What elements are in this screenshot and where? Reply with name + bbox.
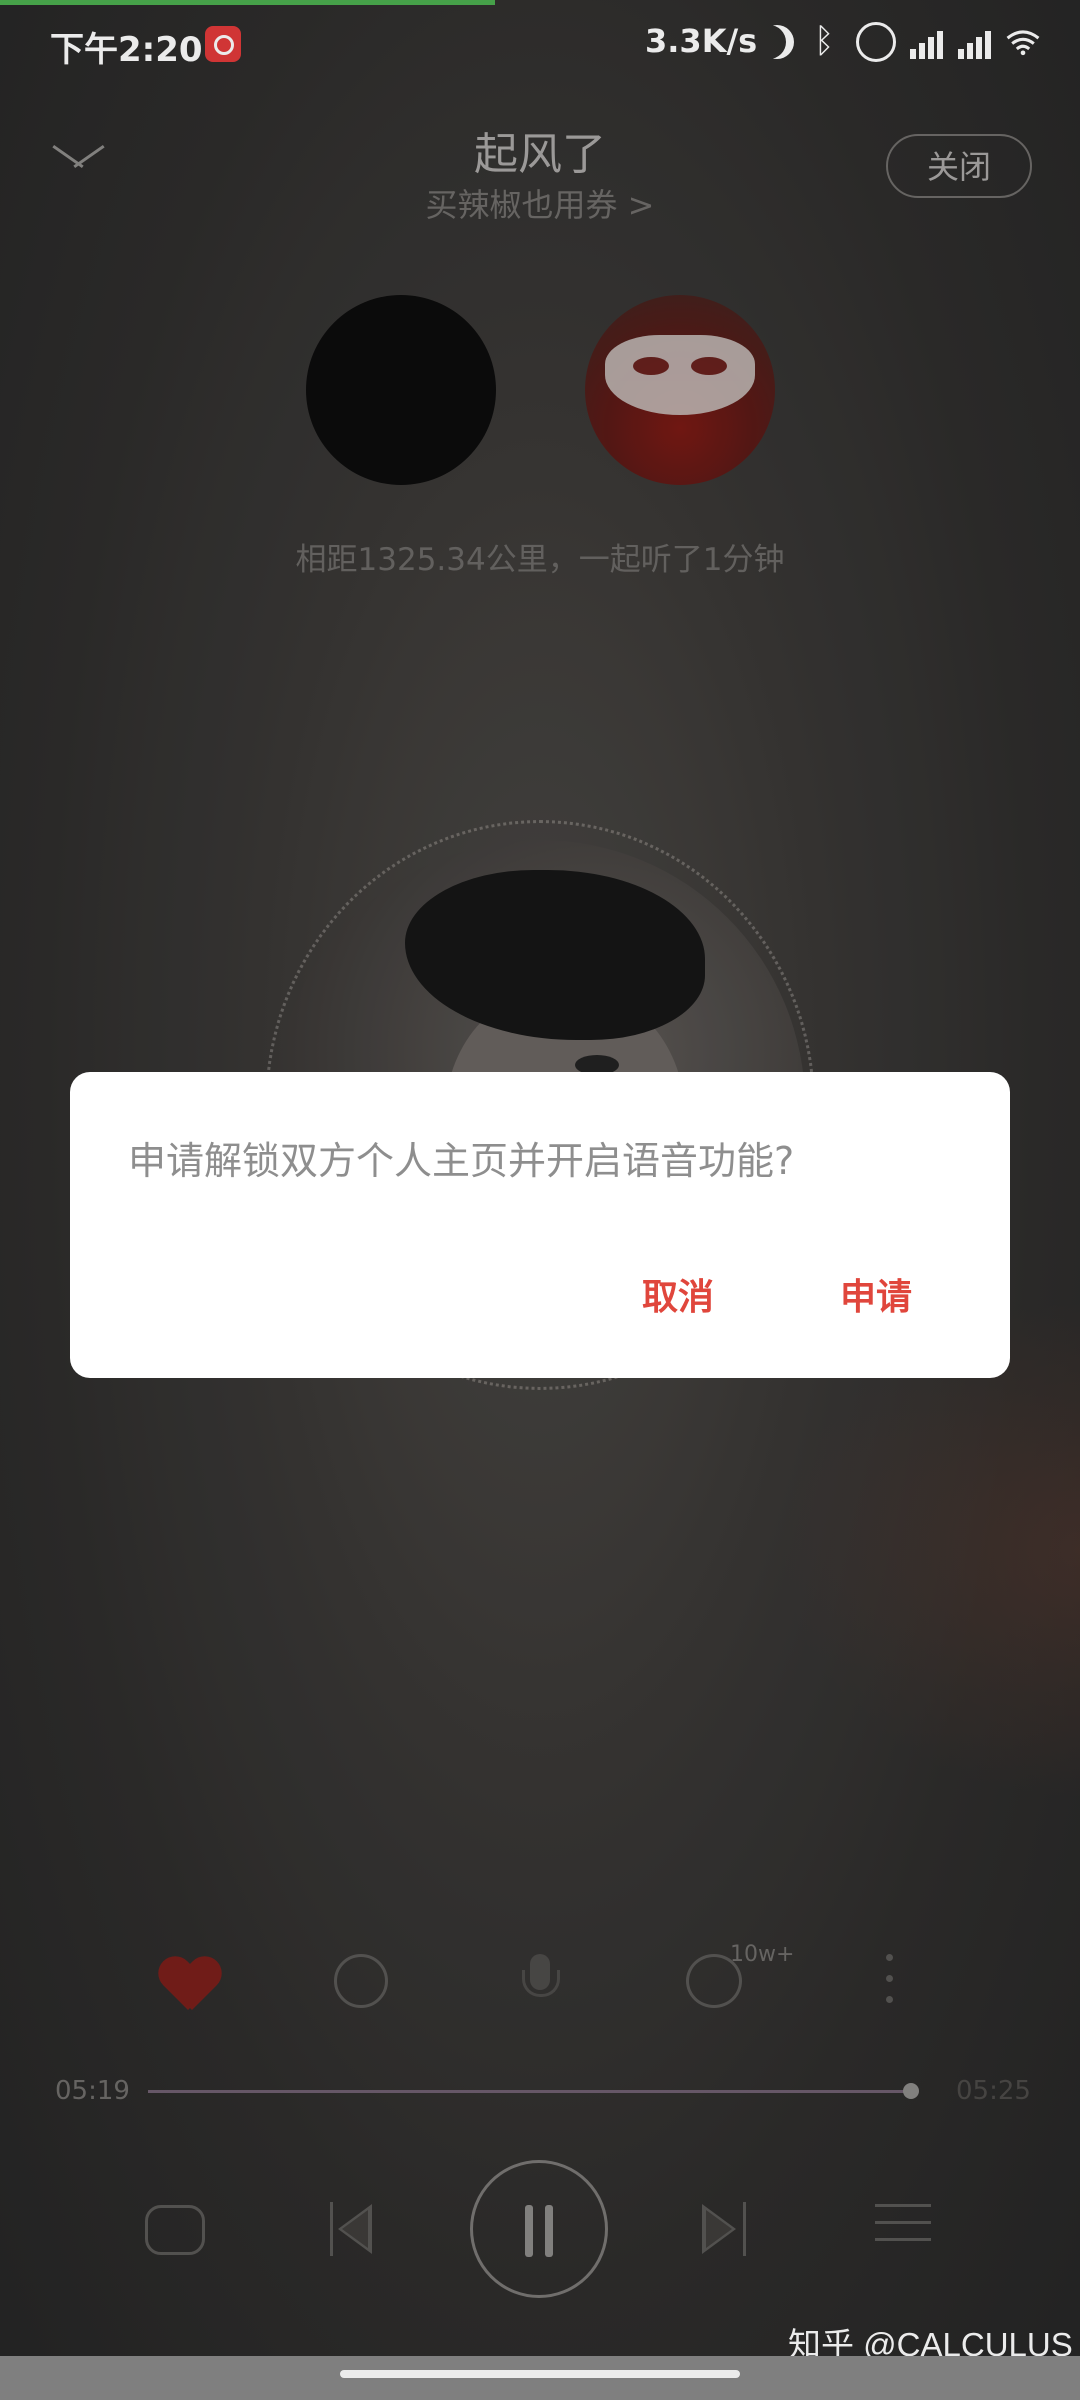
dialog-message: 申请解锁双方个人主页并开启语音功能?	[128, 1139, 795, 1183]
apply-button[interactable]: 申请	[840, 1268, 912, 1320]
confirm-dialog: 申请解锁双方个人主页并开启语音功能? 取消 申请	[70, 1072, 1010, 1378]
cancel-button[interactable]: 取消	[642, 1268, 714, 1320]
